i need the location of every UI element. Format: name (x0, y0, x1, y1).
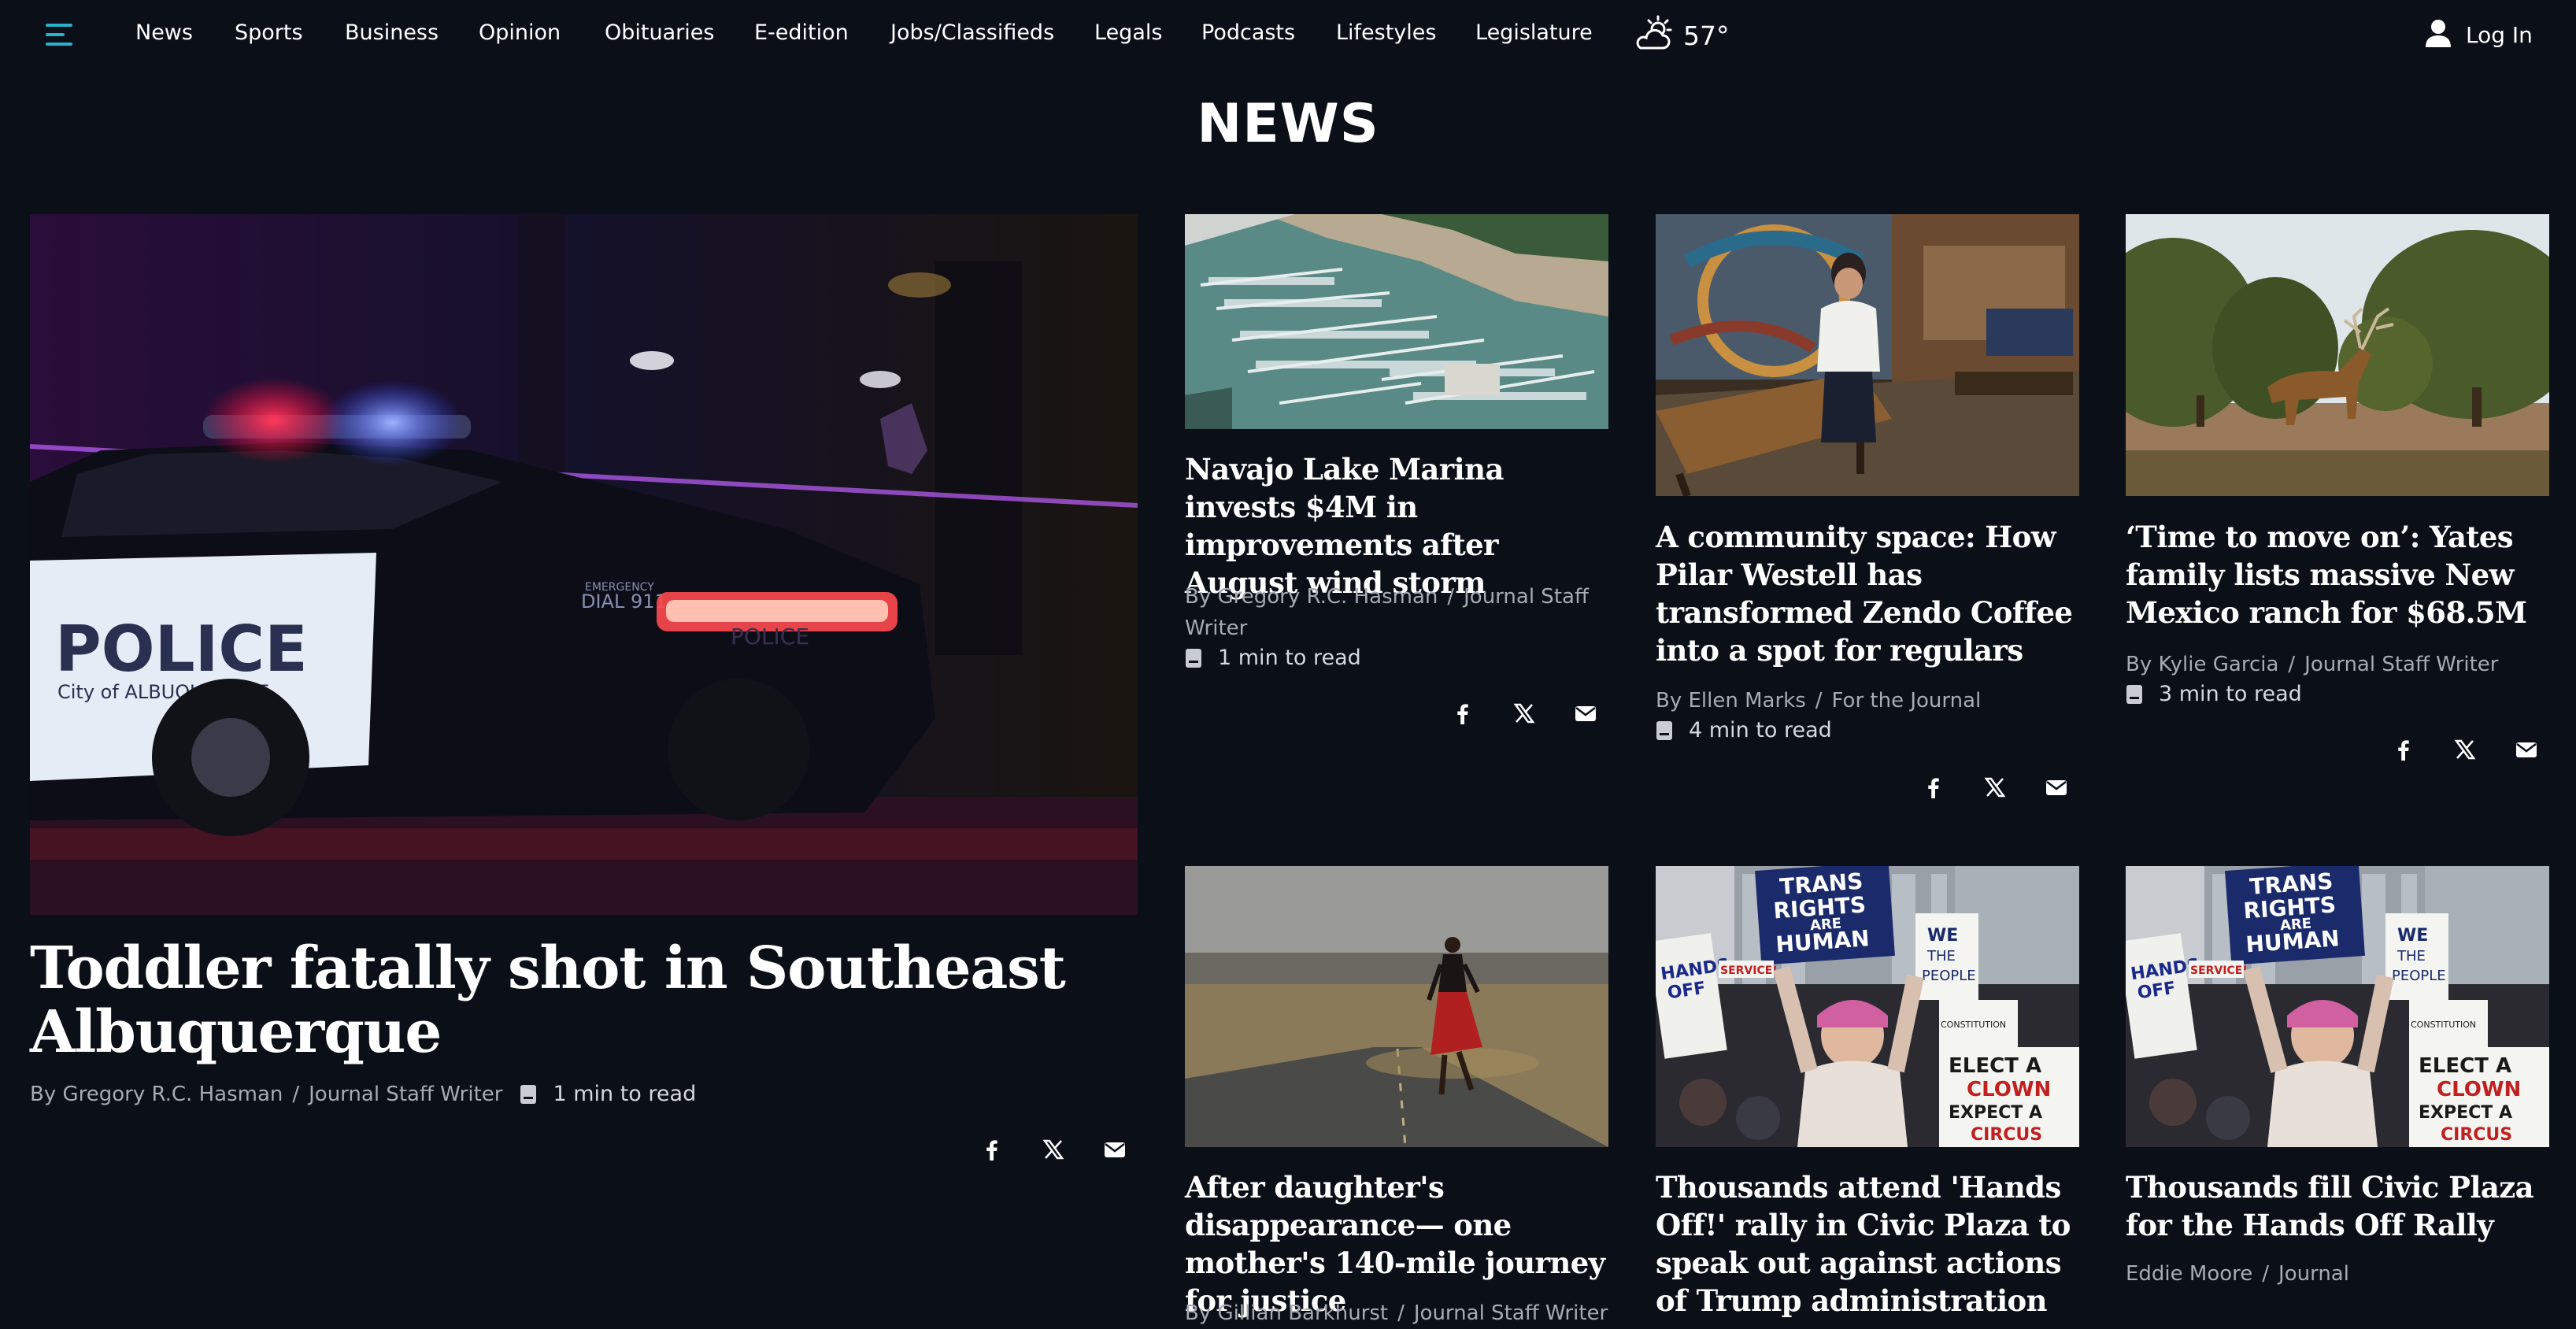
hero-read-time: 1 min to read (520, 1079, 696, 1110)
x-icon[interactable] (1984, 776, 2006, 798)
x-icon[interactable] (1513, 702, 1535, 724)
nav-link-obituaries[interactable]: Obituaries (605, 20, 714, 45)
story-byline: By Kylie Garcia / Journal Staff Writer (2126, 653, 2499, 676)
story-image-rally-2[interactable]: TRANS RIGHTS ARE HUMAN HANDS OFF WE THE … (2126, 866, 2549, 1147)
story-read-time: 4 min to read (1656, 718, 1832, 742)
sign-elect: ELECT A (1949, 1054, 2041, 1078)
story-role: Journal Staff Writer (1413, 1301, 1608, 1325)
weather-widget[interactable]: 57° (1634, 15, 1730, 56)
story-role: For the Journal (1831, 689, 1982, 713)
weather-temperature: 57° (1683, 20, 1730, 51)
story-read-time-text: 3 min to read (2159, 682, 2302, 706)
nav-link-legislature[interactable]: Legislature (1475, 20, 1593, 45)
police-text: POLICE (55, 613, 308, 686)
sign-circus: CIRCUS (2441, 1125, 2512, 1145)
sign-we: WE (2397, 926, 2428, 946)
sign-the: THE (2396, 948, 2426, 964)
login-button[interactable]: Log In (2425, 17, 2533, 52)
dial-911-text: DIAL 911 (581, 590, 667, 613)
hero-read-time-text: 1 min to read (553, 1082, 697, 1106)
story-share-bar (1452, 702, 1597, 724)
story-headline[interactable]: A community space: How Pilar Westell has… (1656, 518, 2079, 669)
story-role: Journal (2278, 1262, 2349, 1286)
story-share-bar (2393, 739, 2537, 761)
story-author[interactable]: By Ellen Marks (1656, 689, 1806, 713)
book-icon (2126, 684, 2142, 704)
hero-byline: By Gregory R.C. Hasman / Journal Staff Wri… (30, 1079, 696, 1110)
story-share-bar (1923, 776, 2067, 798)
nav-link-opinion[interactable]: Opinion (479, 20, 561, 45)
sign-elect: ELECT A (2419, 1054, 2511, 1078)
nav-link-e-edition[interactable]: E-edition (754, 20, 849, 45)
story-image-road-runner[interactable] (1185, 866, 1608, 1147)
facebook-icon[interactable] (981, 1138, 1003, 1161)
story-byline: By Gillian Barkhurst / Journal Staff Write… (1185, 1301, 1608, 1325)
nav-link-jobs-classifieds[interactable]: Jobs/Classifieds (890, 20, 1054, 45)
login-label: Log In (2466, 21, 2533, 48)
story-byline: By Gregory R.C. Hasman / Journal Staff Wri… (1185, 585, 1589, 640)
book-icon (1656, 720, 1672, 740)
sign-service: SERVICE! (2190, 964, 2248, 977)
story-read-time-text: 4 min to read (1689, 718, 1832, 742)
sign-constitution: CONSTITUTION (2411, 1020, 2476, 1030)
x-icon[interactable] (2454, 739, 2476, 761)
sign-expect: EXPECT A (2419, 1103, 2512, 1123)
top-navigation: News Sports Business Opinion Obituaries … (0, 0, 2576, 72)
facebook-icon[interactable] (1923, 776, 1945, 798)
story-author[interactable]: By Kylie Garcia (2126, 653, 2278, 676)
sign-we: WE (1927, 926, 1958, 946)
story-headline[interactable]: Thousands attend 'Hands Off!' rally in C… (1656, 1168, 2079, 1320)
story-headline[interactable]: ‘Time to move on’: Yates family lists ma… (2126, 518, 2549, 631)
email-icon[interactable] (1575, 702, 1597, 724)
sign-clown: CLOWN (1967, 1078, 2051, 1101)
facebook-icon[interactable] (1452, 702, 1474, 724)
story-role: Journal Staff Writer (2304, 653, 2499, 676)
hero-image-police-car[interactable]: POLICE City of ALBUQUERQUE EMERGENCY DIA… (30, 214, 1138, 915)
story-author[interactable]: By Gillian Barkhurst (1185, 1301, 1388, 1325)
sign-constitution: CONSTITUTION (1941, 1020, 2006, 1030)
story-image-elk[interactable] (2126, 214, 2549, 496)
story-byline: Eddie Moore / Journal (2126, 1262, 2349, 1286)
sign-the: THE (1926, 948, 1956, 964)
story-read-time: 3 min to read (2126, 682, 2302, 706)
facebook-icon[interactable] (2393, 739, 2415, 761)
hero-role: Journal Staff Writer (309, 1083, 503, 1106)
hero-headline[interactable]: Toddler fatally shot in Southeast Albuqu… (30, 937, 1116, 1064)
sign-circus: CIRCUS (1971, 1125, 2042, 1145)
email-icon[interactable] (1104, 1138, 1126, 1161)
nav-link-news[interactable]: News (135, 20, 193, 45)
story-headline[interactable]: Navajo Lake Marina invests $4M in improv… (1185, 450, 1608, 602)
nav-link-lifestyles[interactable]: Lifestyles (1336, 20, 1436, 45)
book-icon (520, 1085, 537, 1104)
story-image-coffee-shop[interactable] (1656, 214, 2079, 496)
story-image-rally[interactable]: TRANS RIGHTS ARE HUMAN HANDS OFF WE THE … (1656, 866, 2079, 1147)
hero-share-bar (981, 1138, 1126, 1161)
book-icon (1186, 648, 1201, 668)
user-icon (2425, 19, 2452, 50)
story-byline: By Ellen Marks / For the Journal (1656, 689, 1982, 713)
nav-link-podcasts[interactable]: Podcasts (1201, 20, 1295, 45)
story-author[interactable]: By Gregory R.C. Hasman (1185, 585, 1438, 609)
email-icon[interactable] (2045, 776, 2067, 798)
nav-link-sports[interactable]: Sports (235, 20, 303, 45)
partly-sunny-icon (1634, 15, 1675, 56)
section-title: NEWS (1197, 93, 1379, 155)
sign-service: SERVICE! (1720, 964, 1778, 977)
story-headline[interactable]: Thousands fill Civic Plaza for the Hands… (2126, 1168, 2549, 1244)
sign-expect: EXPECT A (1949, 1103, 2042, 1123)
story-author[interactable]: Eddie Moore (2126, 1262, 2252, 1286)
story-read-time: 1 min to read (1185, 646, 1361, 670)
story-image-marina[interactable] (1185, 214, 1608, 429)
story-read-time-text: 1 min to read (1218, 646, 1361, 670)
hero-author[interactable]: By Gregory R.C. Hasman (30, 1079, 283, 1110)
sign-people: PEOPLE (1922, 968, 1976, 984)
sign-clown: CLOWN (2437, 1078, 2521, 1101)
x-icon[interactable] (1042, 1138, 1064, 1161)
menu-icon[interactable] (46, 24, 72, 47)
rear-police-text: POLICE (731, 624, 809, 650)
email-icon[interactable] (2515, 739, 2537, 761)
sign-people: PEOPLE (2392, 968, 2446, 984)
nav-link-legals[interactable]: Legals (1094, 20, 1162, 45)
nav-link-business[interactable]: Business (345, 20, 439, 45)
